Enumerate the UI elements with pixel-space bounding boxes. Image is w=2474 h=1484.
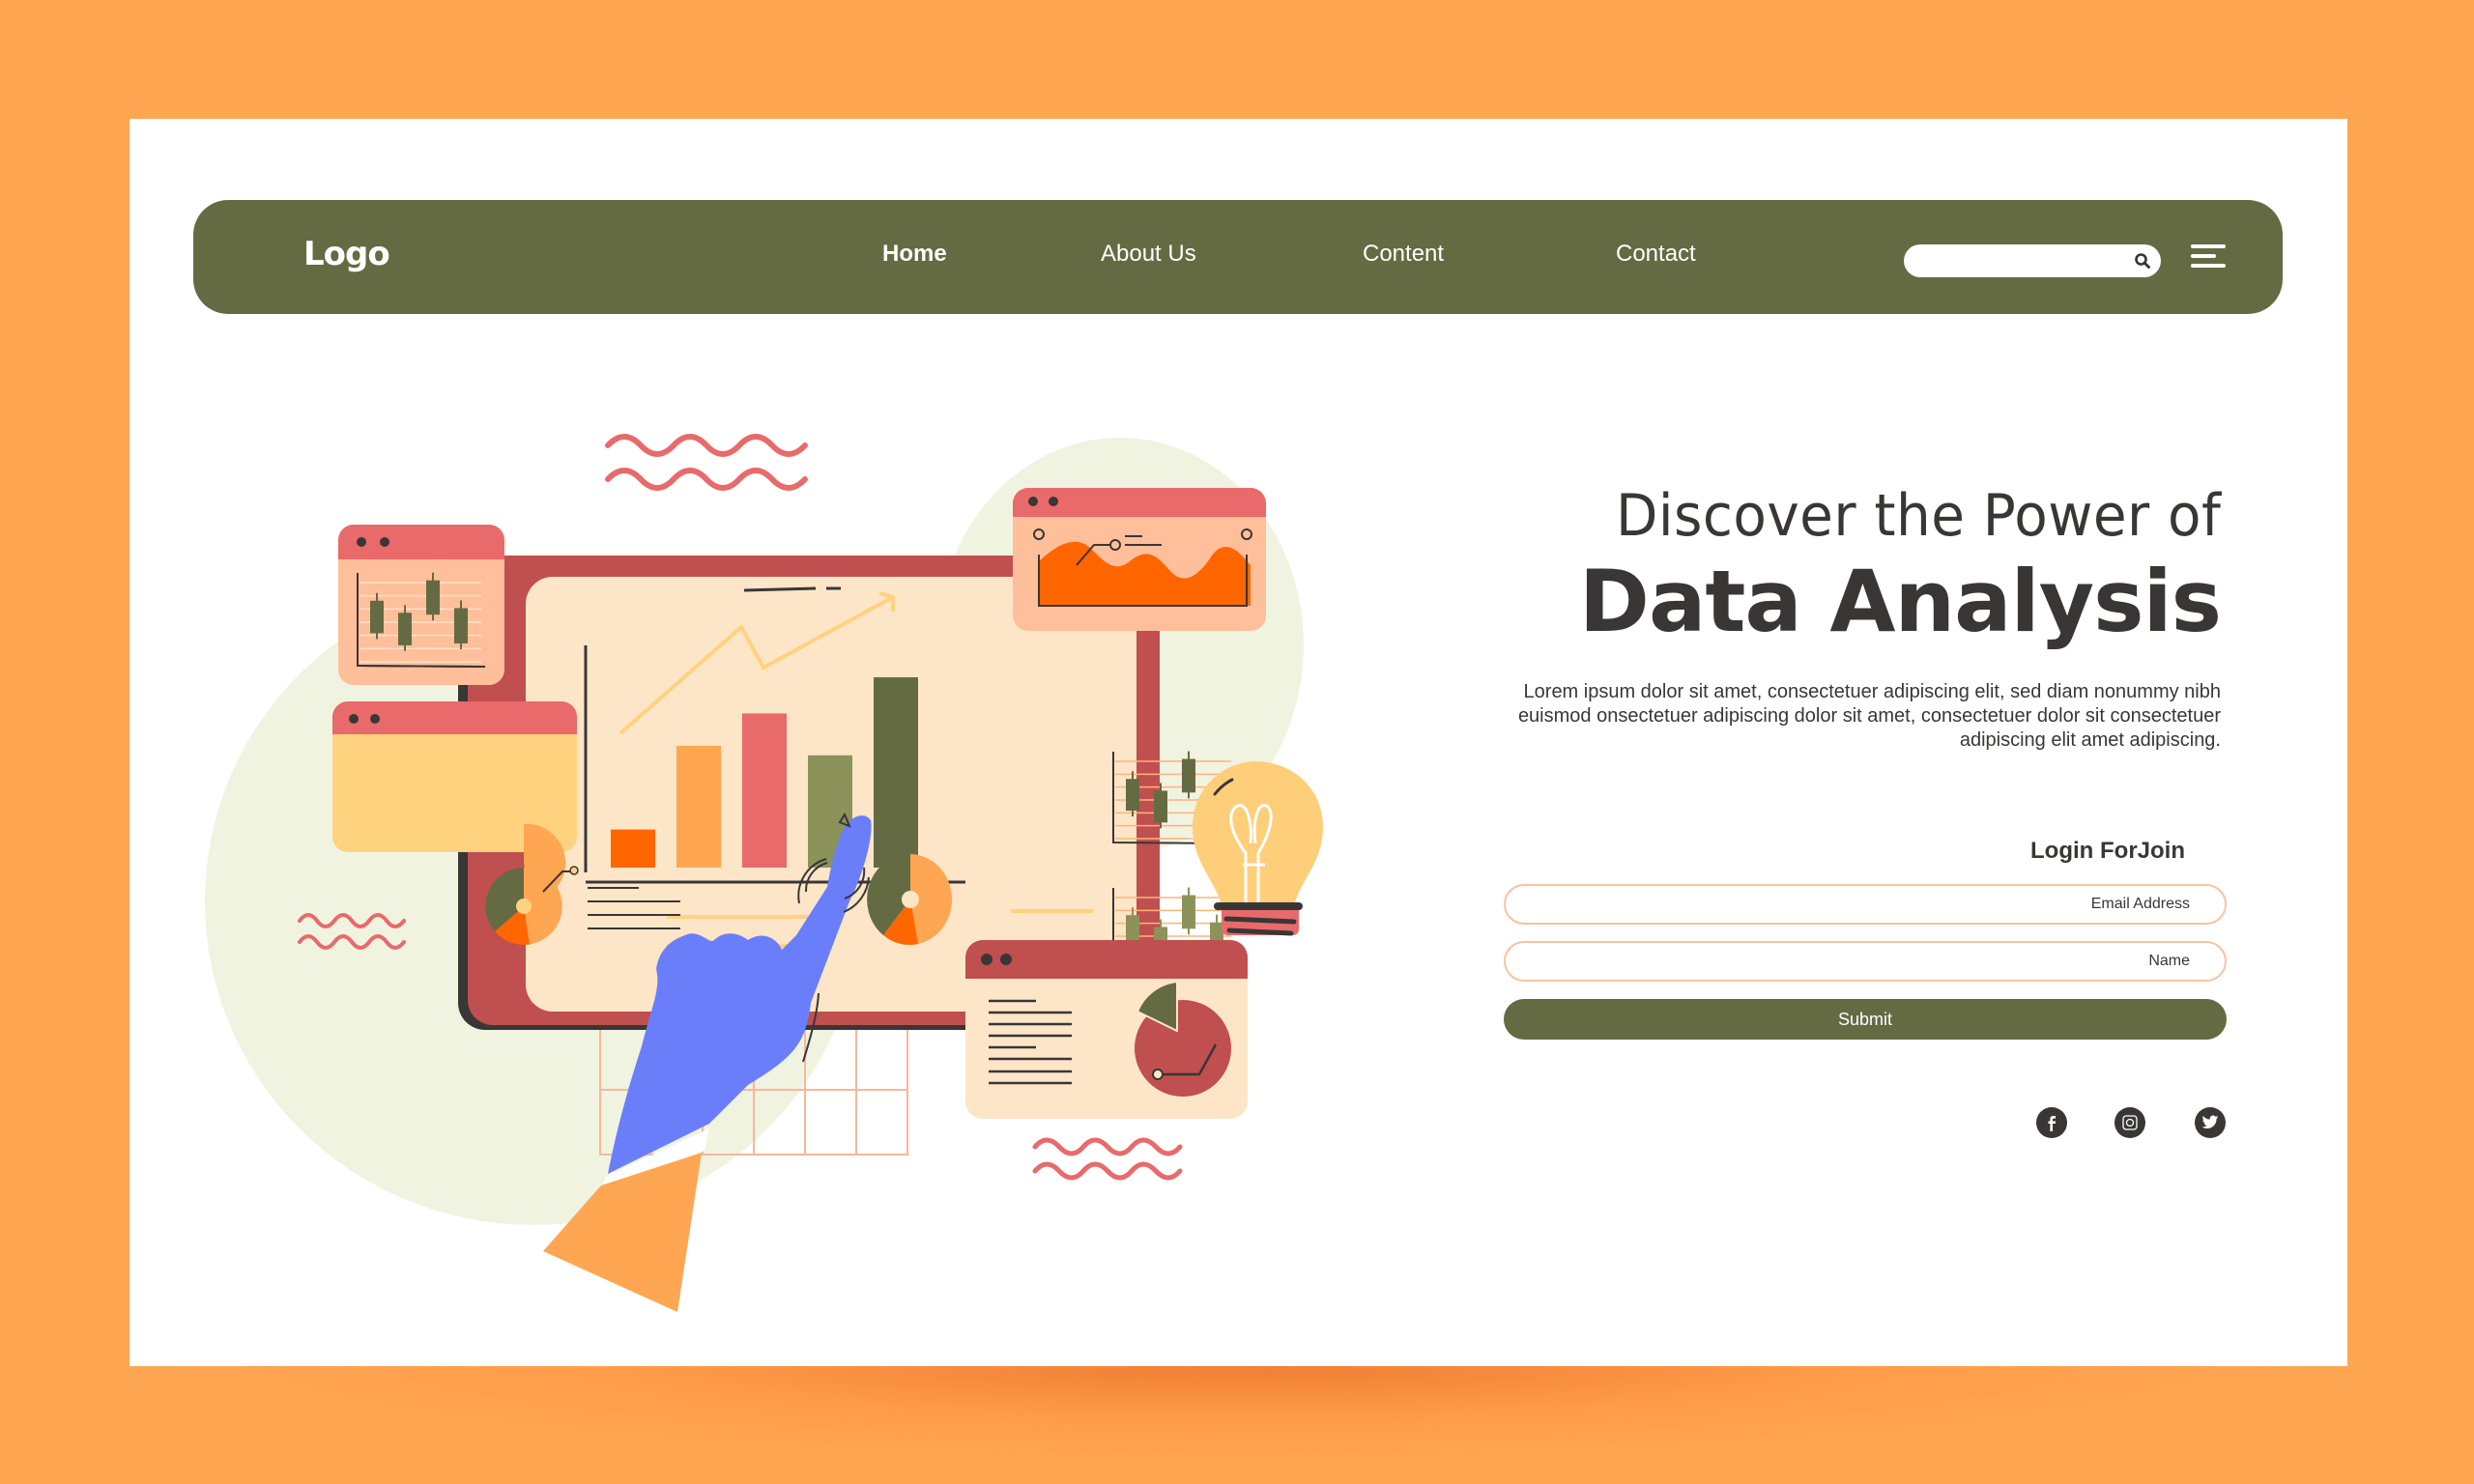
bar (874, 677, 918, 868)
screen-title-line (743, 586, 817, 592)
candlestick (454, 608, 468, 643)
data-analysis-illustration (205, 434, 1323, 1312)
instagram-icon (2122, 1115, 2138, 1130)
nav-link-contact[interactable]: Contact (1616, 241, 1696, 268)
search-input[interactable] (1904, 244, 2130, 277)
candlestick (370, 600, 384, 634)
candlestick (1182, 895, 1195, 929)
facebook-icon (2048, 1116, 2056, 1131)
report-window (965, 940, 1248, 1119)
menu-bar (2191, 244, 2226, 248)
twitter-link[interactable] (2195, 1107, 2226, 1138)
donut-chart (867, 853, 953, 945)
instagram-link[interactable] (2114, 1107, 2145, 1138)
landing-page-card: Logo Home About Us Content Contact Disco… (129, 119, 2347, 1366)
name-field[interactable] (1506, 943, 2225, 980)
light-bulb-icon (1193, 761, 1323, 936)
hamburger-menu-icon[interactable] (2191, 244, 2226, 273)
candlestick (398, 613, 412, 645)
hero-title: Data Analysis (1578, 552, 2222, 651)
name-field-container (1504, 941, 2227, 982)
email-field[interactable] (1506, 886, 2225, 923)
submit-button[interactable]: Submit (1504, 999, 2227, 1040)
twitter-icon (2201, 1115, 2219, 1128)
login-form-title: Login ForJoin (2030, 838, 2185, 864)
candlestick (1182, 758, 1195, 793)
facebook-link[interactable] (2036, 1107, 2067, 1138)
candlestick (1126, 779, 1139, 812)
decorative-waves-icon (605, 434, 808, 491)
hero-description: Lorem ipsum dolor sit amet, consectetuer… (1517, 681, 2221, 751)
card-shadow (193, 1353, 2281, 1459)
search-icon[interactable] (2134, 252, 2151, 270)
menu-bar (2191, 254, 2216, 258)
candlestick-window (338, 525, 504, 685)
decorative-waves-icon (1032, 1137, 1183, 1181)
bar (742, 713, 787, 868)
hero-subtitle: Discover the Power of (1615, 482, 2221, 550)
area-chart-window (1013, 488, 1266, 631)
candlestick (426, 580, 440, 615)
bar (611, 829, 655, 868)
search-box (1904, 244, 2161, 277)
menu-bar (2191, 264, 2226, 268)
bar (676, 745, 721, 868)
email-field-container (1504, 884, 2227, 925)
pie-chart (485, 868, 562, 945)
candlestick (1154, 790, 1167, 823)
